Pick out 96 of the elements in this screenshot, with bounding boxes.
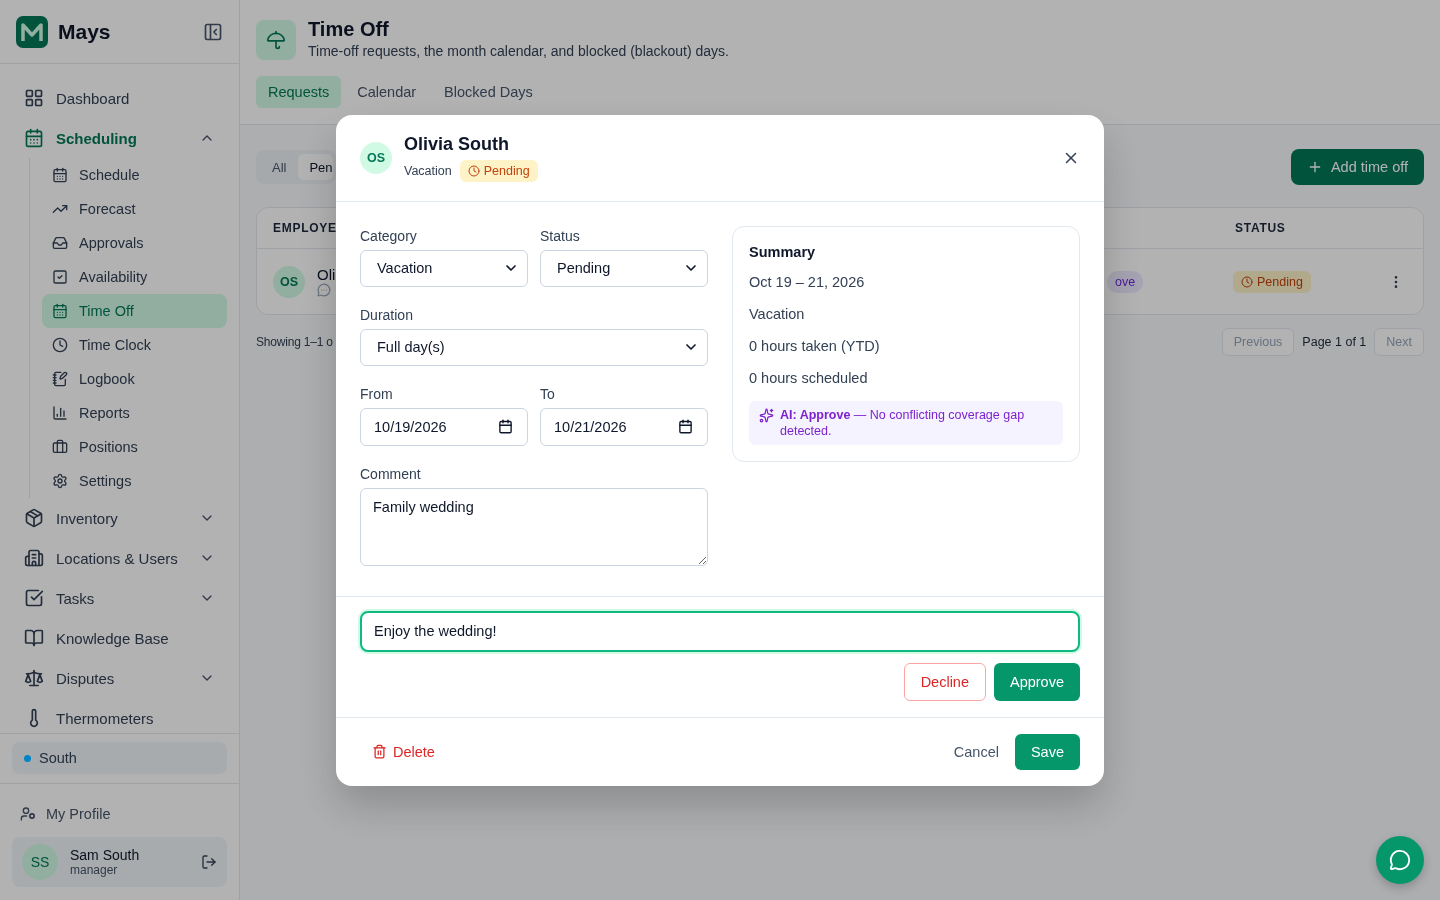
nav-icon bbox=[52, 235, 68, 251]
select-field[interactable]: Full day(s) bbox=[360, 328, 708, 366]
field-label: From bbox=[360, 384, 394, 404]
nav-item[interactable]: Inventory bbox=[12, 498, 227, 538]
nav-icon bbox=[52, 269, 68, 285]
user-role: manager bbox=[70, 863, 119, 877]
nav-subitem[interactable]: Logbook bbox=[42, 362, 227, 396]
field-label: Duration bbox=[360, 305, 414, 325]
nav-icon bbox=[24, 588, 44, 608]
calendar-icon bbox=[678, 419, 693, 434]
nav-subitem[interactable]: Schedule bbox=[42, 158, 227, 192]
nav-icon bbox=[24, 508, 44, 528]
nav-subitem[interactable]: Settings bbox=[42, 464, 227, 498]
select-field[interactable]: Pending bbox=[540, 249, 708, 287]
nav-icon bbox=[24, 128, 44, 148]
trash-icon bbox=[372, 744, 387, 759]
brand-name: Mays bbox=[58, 19, 112, 44]
date-field[interactable]: 10/19/2026 bbox=[360, 407, 528, 446]
comment-icon bbox=[317, 283, 331, 297]
profile-link[interactable]: My Profile bbox=[12, 800, 227, 828]
nav-item[interactable]: Locations & Users bbox=[12, 538, 227, 578]
delete-button[interactable]: Delete bbox=[360, 732, 447, 771]
umbrella-icon bbox=[256, 20, 296, 60]
logout-icon[interactable] bbox=[201, 854, 217, 870]
nav-icon bbox=[24, 548, 44, 568]
nav-subitem[interactable]: Reports bbox=[42, 396, 227, 430]
filter-tab[interactable]: All bbox=[260, 154, 299, 180]
ai-recommendation: AI: Approve — No conflicting coverage gap detected. bbox=[780, 406, 1026, 439]
nav-subitem[interactable]: Forecast bbox=[42, 192, 227, 226]
collapse-sidebar-icon[interactable] bbox=[203, 21, 223, 42]
nav-icon bbox=[52, 337, 68, 353]
employee-avatar: OS bbox=[273, 265, 305, 298]
select-field[interactable]: Vacation bbox=[360, 249, 528, 287]
employee-avatar: OS bbox=[360, 141, 392, 174]
nav-item[interactable]: Thermometers bbox=[12, 698, 227, 733]
nav-icon bbox=[52, 167, 68, 183]
location-name: South bbox=[39, 750, 77, 766]
nav-icon bbox=[24, 628, 44, 648]
location-selector[interactable]: South bbox=[12, 742, 227, 774]
calendar-icon bbox=[498, 419, 513, 434]
nav-subitem[interactable]: Availability bbox=[42, 260, 227, 294]
nav-icon bbox=[52, 371, 68, 387]
category-text: Vacation bbox=[404, 163, 452, 178]
column-header: STATUS bbox=[1234, 221, 1287, 235]
nav-subitem[interactable]: Approvals bbox=[42, 226, 227, 260]
filter-tab[interactable]: Pen bbox=[298, 154, 333, 180]
user-icon bbox=[20, 806, 36, 822]
cancel-button[interactable]: Cancel bbox=[937, 732, 1015, 771]
user-name: Sam South bbox=[70, 847, 141, 863]
nav-subitem[interactable]: Time Off bbox=[42, 294, 227, 328]
nav-icon bbox=[52, 303, 68, 319]
employee-name: Oli bbox=[317, 266, 336, 283]
field-label: Category bbox=[360, 226, 418, 246]
nav-item[interactable]: Scheduling bbox=[12, 118, 227, 158]
nav-icon bbox=[52, 405, 68, 421]
ai-badge: ove bbox=[1107, 270, 1144, 293]
note-field[interactable]: Enjoy the wedding! bbox=[360, 610, 1080, 652]
nav-icon bbox=[52, 473, 68, 489]
nav-item[interactable]: Dashboard bbox=[12, 78, 227, 118]
add-time-off-button[interactable]: Add time off bbox=[1290, 149, 1424, 185]
nav-icon bbox=[24, 88, 44, 108]
chat-icon bbox=[1389, 849, 1411, 871]
summary-line: 0 hours scheduled bbox=[749, 368, 869, 388]
field-label: Status bbox=[540, 226, 581, 246]
date-field[interactable]: 10/21/2026 bbox=[540, 407, 708, 446]
showing-text: Showing 1–1 o bbox=[256, 335, 333, 349]
summary-title: Summary bbox=[749, 243, 817, 260]
nav-item[interactable]: Tasks bbox=[12, 578, 227, 618]
nav-icon bbox=[24, 668, 44, 688]
field-label: To bbox=[540, 384, 556, 404]
tab[interactable]: Requests bbox=[256, 76, 342, 108]
summary-line: 0 hours taken (YTD) bbox=[749, 336, 881, 356]
nav-item[interactable]: Knowledge Base bbox=[12, 618, 227, 658]
field-label: Comment bbox=[360, 464, 422, 484]
page-title: Time Off bbox=[308, 18, 390, 41]
decline-button[interactable]: Decline bbox=[903, 662, 986, 701]
summary-line: Vacation bbox=[749, 304, 806, 324]
status-badge: Pending bbox=[1233, 270, 1311, 293]
logo-icon bbox=[16, 15, 48, 48]
save-button[interactable]: Save bbox=[1014, 733, 1080, 770]
nav-subitem[interactable]: Positions bbox=[42, 430, 227, 464]
nav-subitem[interactable]: Time Clock bbox=[42, 328, 227, 362]
nav-icon bbox=[52, 439, 68, 455]
tab[interactable]: Calendar bbox=[345, 76, 429, 108]
user-avatar: SS bbox=[22, 844, 58, 880]
nav-item[interactable]: Disputes bbox=[12, 658, 227, 698]
tab[interactable]: Blocked Days bbox=[432, 76, 545, 108]
page-indicator: Page 1 of 1 bbox=[1302, 335, 1367, 349]
summary-line: Oct 19 – 21, 2026 bbox=[749, 272, 866, 292]
column-header: EMPLOYE bbox=[272, 221, 338, 235]
page-subtitle: Time-off requests, the month calendar, and blocked (blackout) days. bbox=[308, 43, 729, 59]
comment-field[interactable]: Family wedding bbox=[360, 487, 708, 566]
approve-button[interactable]: Approve bbox=[994, 662, 1080, 701]
sparkle-icon bbox=[759, 407, 774, 423]
employee-name: Olivia South bbox=[404, 133, 510, 155]
status-badge: Pending bbox=[459, 159, 538, 182]
